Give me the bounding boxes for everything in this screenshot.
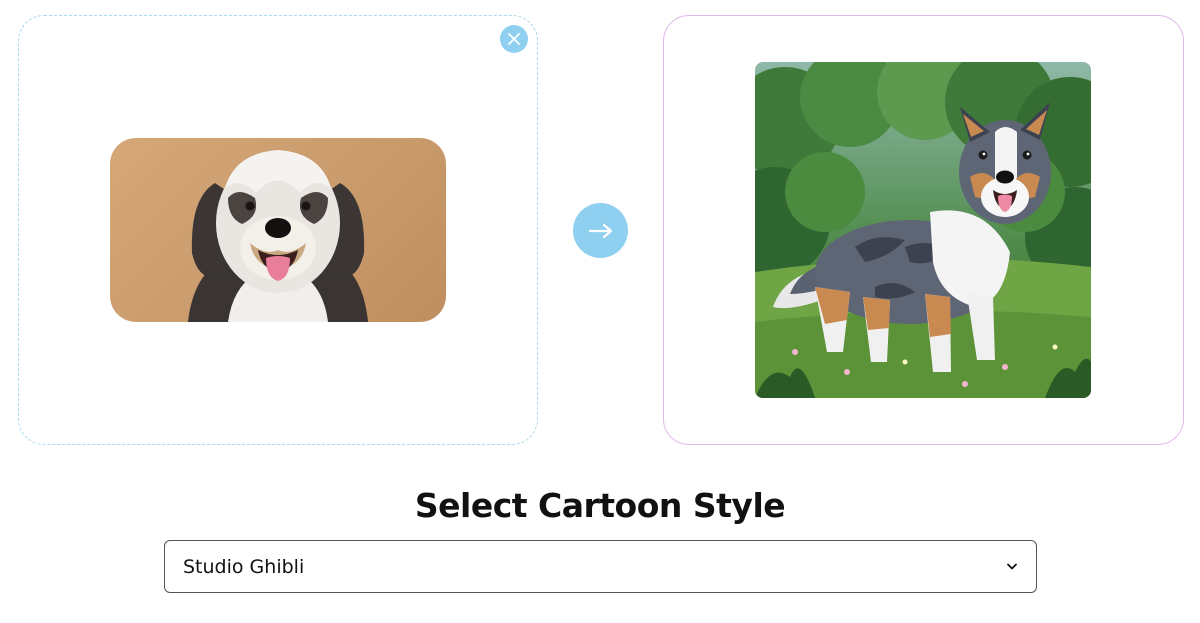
cartoon-style-select[interactable]: Studio Ghibli: [164, 540, 1037, 593]
selected-style-value: Studio Ghibli: [183, 555, 305, 578]
close-icon: [508, 33, 520, 45]
cartoon-dog-image: [755, 62, 1091, 398]
uploaded-dog-photo: [110, 138, 446, 322]
arrow-right-icon: [588, 223, 612, 238]
select-style-heading: Select Cartoon Style: [414, 486, 786, 525]
convert-button[interactable]: [573, 203, 628, 258]
remove-photo-button[interactable]: [500, 25, 528, 53]
chevron-down-icon: [1007, 563, 1017, 569]
